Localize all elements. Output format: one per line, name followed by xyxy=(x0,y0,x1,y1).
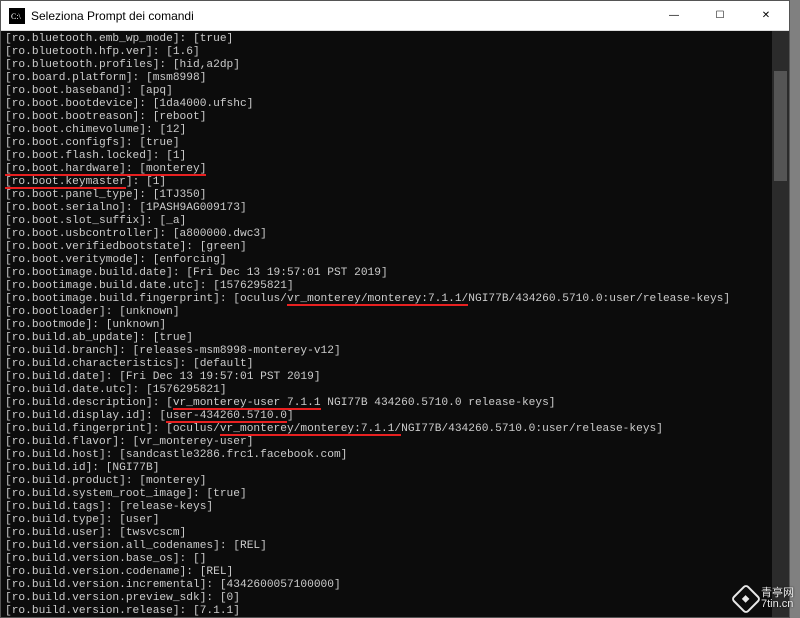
terminal-line: [ro.build.id]: [NGI77B] xyxy=(5,462,785,475)
terminal-line: [ro.board.platform]: [msm8998] xyxy=(5,72,785,85)
terminal-line: [ro.build.tags]: [release-keys] xyxy=(5,501,785,514)
terminal-line: [ro.boot.slot_suffix]: [_a] xyxy=(5,215,785,228)
terminal-line: [ro.build.version.incremental]: [4342600… xyxy=(5,579,785,592)
terminal-line: [ro.bluetooth.hfp.ver]: [1.6] xyxy=(5,46,785,59)
watermark: ◆ 青亭网 7tin.cn xyxy=(735,588,794,610)
terminal-line: [ro.boot.serialno]: [1PASH9AG009173] xyxy=(5,202,785,215)
terminal-line: [ro.build.type]: [user] xyxy=(5,514,785,527)
terminal-line: [ro.bootimage.build.fingerprint]: [oculu… xyxy=(5,293,785,306)
terminal-line: [ro.boot.keymaster]: [1] xyxy=(5,176,785,189)
terminal-line: [ro.boot.veritymode]: [enforcing] xyxy=(5,254,785,267)
terminal-line: [ro.build.version.release]: [7.1.1] xyxy=(5,605,785,617)
terminal-line: [ro.boot.configfs]: [true] xyxy=(5,137,785,150)
terminal-line: [ro.build.flavor]: [vr_monterey-user] xyxy=(5,436,785,449)
terminal-line: [ro.build.ab_update]: [true] xyxy=(5,332,785,345)
terminal-line: [ro.boot.bootdevice]: [1da4000.ufshc] xyxy=(5,98,785,111)
terminal-line: [ro.build.version.preview_sdk]: [0] xyxy=(5,592,785,605)
terminal-line: [ro.build.date.utc]: [1576295821] xyxy=(5,384,785,397)
terminal-line: [ro.bootmode]: [unknown] xyxy=(5,319,785,332)
terminal-line: [ro.boot.panel_type]: [1TJ350] xyxy=(5,189,785,202)
terminal-line: [ro.bootimage.build.date.utc]: [15762958… xyxy=(5,280,785,293)
terminal-line: [ro.build.user]: [twsvcscm] xyxy=(5,527,785,540)
terminal-line: [ro.boot.hardware]: [monterey] xyxy=(5,163,785,176)
window-title: Seleziona Prompt dei comandi xyxy=(31,9,194,23)
svg-text:C:\: C:\ xyxy=(11,12,22,21)
terminal-line: [ro.build.product]: [monterey] xyxy=(5,475,785,488)
terminal-line: [ro.bluetooth.profiles]: [hid,a2dp] xyxy=(5,59,785,72)
scrollbar-thumb[interactable] xyxy=(774,71,787,181)
titlebar[interactable]: C:\ Seleziona Prompt dei comandi — ☐ ✕ xyxy=(1,1,789,31)
maximize-button[interactable]: ☐ xyxy=(697,1,743,31)
terminal-line: [ro.build.description]: [vr_monterey-use… xyxy=(5,397,785,410)
terminal-line: [ro.boot.chimevolume]: [12] xyxy=(5,124,785,137)
watermark-logo-icon: ◆ xyxy=(730,583,761,614)
watermark-text-2: 7tin.cn xyxy=(761,599,794,610)
terminal-line: [ro.build.version.base_os]: [] xyxy=(5,553,785,566)
close-button[interactable]: ✕ xyxy=(743,1,789,31)
terminal-line: [ro.boot.verifiedbootstate]: [green] xyxy=(5,241,785,254)
terminal-line: [ro.bootimage.build.date]: [Fri Dec 13 1… xyxy=(5,267,785,280)
command-prompt-window: C:\ Seleziona Prompt dei comandi — ☐ ✕ [… xyxy=(0,0,790,618)
vertical-scrollbar[interactable] xyxy=(772,31,789,617)
terminal-line: [ro.build.host]: [sandcastle3286.frc1.fa… xyxy=(5,449,785,462)
terminal-line: [ro.build.version.all_codenames]: [REL] xyxy=(5,540,785,553)
terminal-line: [ro.boot.bootreason]: [reboot] xyxy=(5,111,785,124)
terminal-line: [ro.build.display.id]: [user-434260.5710… xyxy=(5,410,785,423)
terminal-line: [ro.build.fingerprint]: [oculus/vr_monte… xyxy=(5,423,785,436)
cmd-icon: C:\ xyxy=(9,8,25,24)
terminal-line: [ro.build.date]: [Fri Dec 13 19:57:01 PS… xyxy=(5,371,785,384)
terminal-line: [ro.boot.flash.locked]: [1] xyxy=(5,150,785,163)
terminal-line: [ro.bootloader]: [unknown] xyxy=(5,306,785,319)
terminal-line: [ro.build.version.codename]: [REL] xyxy=(5,566,785,579)
minimize-button[interactable]: — xyxy=(651,1,697,31)
terminal-line: [ro.bluetooth.emb_wp_mode]: [true] xyxy=(5,33,785,46)
terminal-line: [ro.boot.baseband]: [apq] xyxy=(5,85,785,98)
terminal-output[interactable]: [ro.bluetooth.emb_wp_mode]: [true][ro.bl… xyxy=(1,31,789,617)
terminal-line: [ro.build.system_root_image]: [true] xyxy=(5,488,785,501)
terminal-line: [ro.build.branch]: [releases-msm8998-mon… xyxy=(5,345,785,358)
terminal-line: [ro.build.characteristics]: [default] xyxy=(5,358,785,371)
terminal-line: [ro.boot.usbcontroller]: [a800000.dwc3] xyxy=(5,228,785,241)
